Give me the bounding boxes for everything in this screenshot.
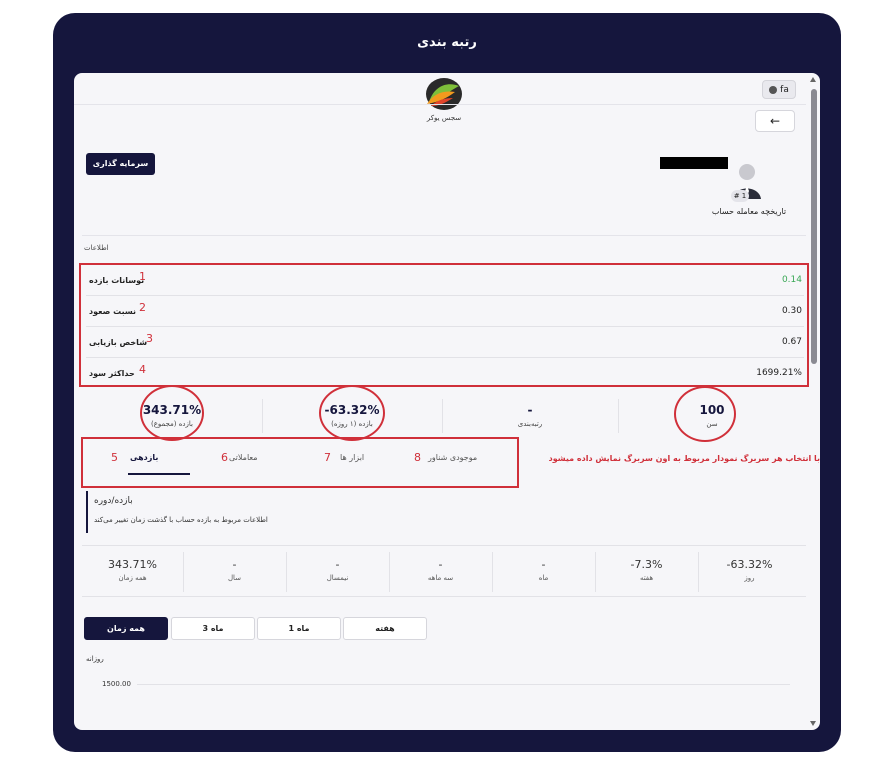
return-value: -7.3% (630, 558, 663, 571)
annotation-number: 5 (111, 451, 118, 464)
metric-label: حداکثر سود (89, 369, 135, 378)
metric-row: حداکثر سود 4 1699.21% (86, 358, 804, 389)
range-all-time-button[interactable]: همه زمان (84, 617, 168, 640)
annotation-number: 4 (139, 363, 146, 376)
window-title: رتبه بندی (417, 35, 477, 50)
range-1-month-button[interactable]: 1 ماه (257, 617, 341, 640)
metric-row: نوسانات بازده 1 0.14 (86, 265, 804, 296)
return-cell: - ماه (493, 546, 594, 598)
annotation-circle (674, 386, 736, 442)
chart-y-tick: 1500.00 (102, 680, 131, 688)
stat-value: - (527, 403, 533, 417)
scroll-up-arrow[interactable] (810, 77, 816, 82)
return-label: هفته (639, 574, 654, 582)
tabs-annotation-box: 5 بازدهی 6 معاملاتی 7 ابزار ها 8 موجودی … (81, 437, 519, 488)
annotation-number: 6 (221, 451, 228, 464)
tab-returns[interactable]: بازدهی (130, 453, 158, 462)
metric-label: شاخص بازیابی (89, 338, 148, 347)
invest-button[interactable]: سرمایه گذاری (86, 153, 155, 175)
globe-icon (769, 85, 778, 94)
tab-floating-balance[interactable]: موجودی شناور (428, 453, 477, 462)
period-returns: 343.71% همه زمان - سال - نیمسال - سه ماه… (82, 545, 806, 597)
metric-value: 0.30 (781, 306, 802, 316)
annotation-circle (319, 385, 385, 441)
metric-label: نوسانات بازده (89, 276, 145, 285)
scroll-down-arrow[interactable] (810, 721, 816, 726)
info-section-title: اطلاعات (84, 244, 109, 252)
brand-logo-text: سجس یوکر (426, 114, 462, 122)
redacted-username (660, 157, 728, 169)
return-value: - (232, 558, 237, 571)
chart-gridline (137, 684, 790, 685)
return-value: - (438, 558, 443, 571)
annotation-note: با انتخاب هر سربرگ نمودار مربوط به اون س… (548, 454, 820, 463)
tab-instruments[interactable]: ابزار ها (340, 453, 364, 462)
metric-label: نسبت صعود (89, 307, 137, 316)
annotation-number: 1 (139, 270, 146, 283)
return-cell: - سه ماهه (390, 546, 491, 598)
period-info: بازده/دوره اطلاعات مربوط به بازده حساب ب… (86, 491, 326, 533)
chart-title: روزانه (86, 655, 104, 663)
metric-value: 0.67 (781, 337, 802, 347)
period-description: اطلاعات مربوط به بازده حساب با گذشت زمان… (94, 516, 268, 524)
scrollbar-thumb[interactable] (811, 89, 817, 364)
return-value: - (541, 558, 546, 571)
return-cell: 343.71% همه زمان (82, 546, 183, 598)
return-label: نیمسال (326, 574, 349, 582)
return-cell: - نیمسال (287, 546, 388, 598)
metric-row: شاخص بازیابی 3 0.67 (86, 327, 804, 358)
return-label: ماه (538, 574, 549, 582)
annotation-number: 7 (324, 451, 331, 464)
metric-row: نسبت صعود 2 0.30 (86, 296, 804, 327)
stat-ranking: - رتبه‌بندی (442, 393, 618, 437)
return-value: -63.32% (726, 558, 773, 571)
range-3-month-button[interactable]: 3 ماه (171, 617, 255, 640)
header-divider (74, 104, 806, 105)
section-divider (82, 235, 806, 236)
content-panel: fa سجس یوکر ← سرمایه گذاری # 1 تاریخچه م… (74, 73, 820, 730)
return-cell: - سال (184, 546, 285, 598)
return-label: همه زمان (118, 574, 147, 582)
annotation-number: 3 (146, 332, 153, 345)
metric-value: 1699.21% (756, 368, 802, 378)
stat-label: رتبه‌بندی (517, 420, 543, 428)
metric-value: 0.14 (781, 275, 802, 285)
language-label: fa (780, 84, 789, 95)
rank-badge: # 1 (731, 190, 749, 202)
annotation-number: 2 (139, 301, 146, 314)
return-value: 343.71% (108, 558, 157, 571)
return-label: سال (227, 574, 242, 582)
annotation-number: 8 (414, 451, 421, 464)
annotation-circle (140, 385, 204, 441)
return-cell: -63.32% روز (699, 546, 800, 598)
period-title: بازده/دوره (94, 496, 133, 506)
brand-logo (426, 78, 462, 110)
back-button[interactable]: ← (755, 110, 795, 132)
tab-trading[interactable]: معاملاتی (229, 453, 258, 462)
return-value: - (335, 558, 340, 571)
return-label: سه ماهه (427, 574, 454, 582)
return-cell: -7.3% هفته (596, 546, 697, 598)
language-button[interactable]: fa (762, 80, 796, 99)
return-label: روز (744, 574, 755, 582)
active-tab-indicator (128, 473, 190, 475)
metrics-annotation-box: نوسانات بازده 1 0.14 نسبت صعود 2 0.30 شا… (79, 263, 809, 387)
range-week-button[interactable]: هفته (343, 617, 427, 640)
trade-history-link[interactable]: تاریخچه معامله حساب (694, 207, 804, 216)
